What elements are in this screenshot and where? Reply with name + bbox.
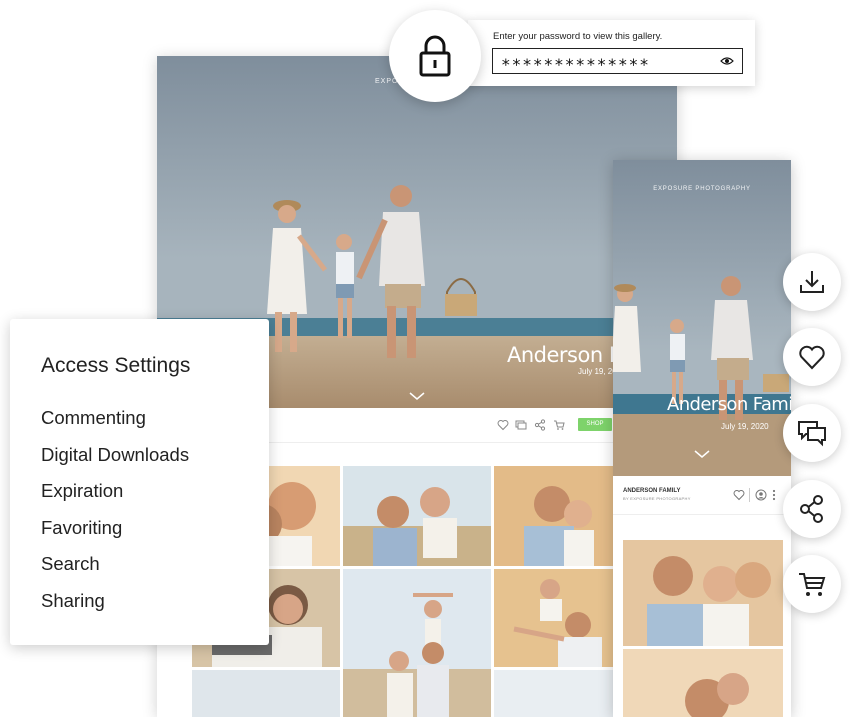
password-prompt-label: Enter your password to view this gallery… [493, 31, 663, 42]
mobile-gallery-header: ANDERSON FAMILY BY EXPOSURE PHOTOGRAPHY [613, 476, 791, 515]
heart-icon[interactable] [497, 419, 509, 431]
gallery-photo[interactable] [494, 466, 614, 566]
access-setting-digital-downloads[interactable]: Digital Downloads [41, 444, 189, 466]
more-options-icon[interactable] [771, 489, 777, 501]
share-button[interactable] [783, 480, 841, 538]
eye-icon[interactable] [720, 56, 734, 66]
gallery-photo[interactable] [623, 540, 783, 646]
chevron-down-icon[interactable] [408, 391, 426, 401]
access-settings-title: Access Settings [41, 354, 191, 377]
shop-button[interactable]: SHOP [578, 418, 612, 431]
comments-button[interactable] [783, 404, 841, 462]
password-prompt-card: Enter your password to view this gallery… [468, 20, 755, 86]
lock-badge [389, 10, 481, 102]
chevron-down-icon[interactable] [693, 449, 711, 459]
cart-icon[interactable] [553, 419, 565, 431]
gallery-photo[interactable] [494, 569, 614, 667]
share-icon [800, 495, 823, 523]
gallery-photo[interactable] [623, 649, 783, 717]
user-icon[interactable] [755, 489, 767, 501]
mobile-gallery-title: ANDERSON FAMILY [623, 488, 681, 494]
heart-icon[interactable] [733, 489, 745, 501]
password-value: ************** [501, 55, 650, 74]
access-setting-expiration[interactable]: Expiration [41, 480, 123, 502]
access-setting-favoriting[interactable]: Favoriting [41, 517, 122, 539]
access-setting-search[interactable]: Search [41, 553, 100, 575]
download-icon [800, 271, 824, 293]
download-button[interactable] [783, 253, 841, 311]
access-setting-sharing[interactable]: Sharing [41, 590, 105, 612]
gallery-photo[interactable] [494, 670, 614, 717]
access-settings-card: Access Settings Commenting Digital Downl… [10, 319, 269, 645]
share-icon[interactable] [534, 419, 546, 431]
heart-icon [799, 345, 825, 370]
mobile-hero-title: Anderson Family [667, 394, 791, 415]
password-input[interactable]: ************** [492, 48, 743, 74]
gallery-photo[interactable] [192, 670, 340, 717]
comments-icon [798, 421, 826, 447]
mobile-hero-date: July 19, 2020 [721, 422, 769, 431]
favorite-button[interactable] [783, 328, 841, 386]
lock-icon [419, 35, 451, 77]
divider [749, 488, 750, 502]
mobile-gallery-preview: EXPOSURE PHOTOGRAPHY Anderson Family Jul… [613, 160, 791, 717]
mobile-brand-label: EXPOSURE PHOTOGRAPHY [653, 186, 751, 192]
cart-icon [799, 573, 826, 596]
comment-icon[interactable] [515, 419, 527, 431]
cart-button[interactable] [783, 555, 841, 613]
mobile-gallery-subtitle: BY EXPOSURE PHOTOGRAPHY [623, 496, 691, 501]
gallery-photo[interactable] [343, 569, 491, 717]
gallery-photo[interactable] [343, 466, 491, 566]
access-setting-commenting[interactable]: Commenting [41, 407, 146, 429]
